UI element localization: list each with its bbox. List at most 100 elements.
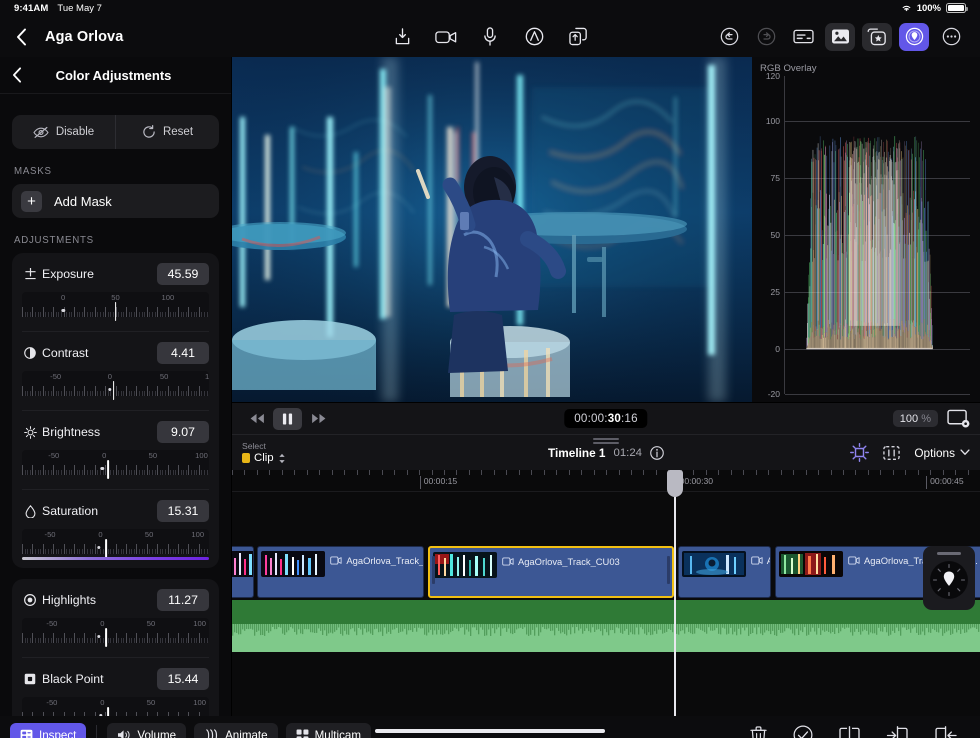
slider-ticks [22,383,209,396]
timeline-clip[interactable]: AgaOrlova_Track_CU03 [428,546,674,598]
clip-name: AgaOrlova_Track_Wid... [330,555,424,566]
timeline-clip[interactable]: Ag... [232,546,254,598]
adjustment-value[interactable]: 11.27 [157,589,209,611]
slider-knob[interactable] [113,381,115,400]
snapping-icon[interactable] [882,444,901,462]
clip-thumbnail [682,551,746,577]
adjustment-slider[interactable]: -50050100 [22,529,209,560]
back-to-projects-button[interactable] [14,25,33,49]
info-circle-icon[interactable] [650,446,664,460]
playhead-handle[interactable] [667,470,683,497]
audio-effects-icon[interactable] [520,23,548,51]
disable-reset-segment: Disable Reset [12,115,219,149]
clip-trim-handle-right[interactable] [667,556,670,584]
slider-knob[interactable] [105,628,107,647]
keyframe-burst-icon[interactable] [850,443,869,462]
redo-button[interactable] [751,23,781,51]
timeline-clip[interactable]: AgaOrlova_Track_Wid... [257,546,424,598]
selection-mode-control[interactable]: Select Clip [242,441,286,464]
slider-tick-label: 0 [102,451,106,460]
inspect-button[interactable]: Inspect [10,723,86,738]
effects-button[interactable] [862,23,892,51]
multicam-button[interactable]: Multicam [286,723,371,738]
adjustment-slider[interactable]: -50050100 [22,450,209,481]
slider-tick-label: 100 [191,530,204,539]
current-timecode[interactable]: 00:00:30:16 [564,409,647,428]
color-adjustments-inspector: Color Adjustments Disable Reset MASKS + [0,57,232,716]
timeline-options-button[interactable]: Options [914,446,970,460]
pause-icon[interactable] [273,408,302,430]
highlights-icon [22,594,38,606]
more-options-button[interactable] [936,23,966,51]
clip-trim-handle-left[interactable] [432,556,435,584]
media-browser-button[interactable] [825,23,855,51]
record-voiceover-icon[interactable] [476,23,504,51]
adjustment-value[interactable]: 15.44 [157,668,209,690]
slider-tick-label: 0 [61,293,65,302]
adjustment-value[interactable]: 4.41 [157,342,209,364]
ios-status-bar: 9:41AM Tue May 7 100% [0,0,980,16]
video-preview[interactable] [232,57,752,402]
adjustments-section-label: ADJUSTMENTS [14,235,219,246]
trim-end-icon[interactable] [935,726,958,738]
delete-clip-icon[interactable] [750,726,767,738]
masks-section-label: MASKS [14,166,219,177]
ruler-time-label: 00:00:45 [926,476,963,489]
add-mask-button[interactable]: + Add Mask [12,184,219,218]
trim-start-icon[interactable] [886,726,909,738]
timeline-playhead[interactable] [674,470,676,716]
adjustment-label: Contrast [42,346,88,360]
slider-tick-label: 50 [147,698,155,707]
timecode-hm: 00:00: [574,412,607,425]
slider-tick-label: 50 [145,530,153,539]
disable-button[interactable]: Disable [12,115,115,149]
titles-button[interactable] [788,23,818,51]
import-media-icon[interactable] [388,23,416,51]
scope-tick-label: 50 [771,230,780,240]
playback-transport-bar: 00:00:30:16 100 % [232,402,980,434]
slider-knob[interactable] [107,460,109,479]
slider-knob[interactable] [115,302,117,321]
adjustment-value[interactable]: 15.31 [157,500,209,522]
zoom-value: 100 [900,413,918,425]
inspector-back-button[interactable] [12,67,22,83]
adjustment-value[interactable]: 45.59 [157,263,209,285]
slider-tick-label: -50 [50,372,61,381]
adjustment-slider[interactable]: -50050100 [22,697,209,716]
slider-knob[interactable] [107,707,109,716]
timeline-clip[interactable]: A... [678,546,772,598]
slider-tick-labels: -50050100 [22,451,209,461]
undo-button[interactable] [714,23,744,51]
slider-tick-label: 50 [111,293,119,302]
timeline-canvas[interactable]: 00:00:1500:00:3000:00:45 Ag... AgaOrlova_… [232,470,980,716]
audio-track[interactable] [232,600,980,652]
rgb-overlay-scope[interactable]: RGB Overlay 1201007550250-20 [752,57,980,402]
viewer-zoom-level[interactable]: 100 % [893,410,938,427]
adjustment-slider[interactable]: -50050100 [22,618,209,649]
approve-clip-icon[interactable] [793,725,813,738]
bottom-left-buttons: Inspect Volume Animate Multicam [10,723,371,738]
volume-button[interactable]: Volume [107,723,186,738]
timecode-frames: :16 [621,412,638,425]
color-adjustments-button[interactable] [899,23,929,51]
disable-label: Disable [56,126,94,138]
adjustment-slider[interactable]: -500501 [22,371,209,402]
jog-shuttle-wheel[interactable] [923,546,975,610]
slider-knob[interactable] [105,539,107,558]
animate-button[interactable]: Animate [194,723,278,738]
adjustment-slider[interactable]: 050100 [22,292,209,323]
adjustment-value[interactable]: 9.07 [157,421,209,443]
rewind-icon[interactable] [242,408,271,430]
record-video-icon[interactable] [432,23,460,51]
share-export-icon[interactable] [564,23,592,51]
bottom-toolbar: Inspect Volume Animate Multicam [0,716,980,738]
split-clip-icon[interactable] [839,726,860,738]
fast-forward-icon[interactable] [304,408,333,430]
jog-dial[interactable] [930,561,968,599]
timeline-ruler[interactable]: 00:00:1500:00:3000:00:45 [232,470,980,492]
adjustment-exposure: Exposure45.59050100 [22,253,209,331]
reset-button[interactable]: Reset [115,115,219,149]
timeline-duration: 01:24 [613,447,642,459]
viewer-settings-icon[interactable] [947,409,970,428]
slider-tick-label: 100 [193,619,206,628]
